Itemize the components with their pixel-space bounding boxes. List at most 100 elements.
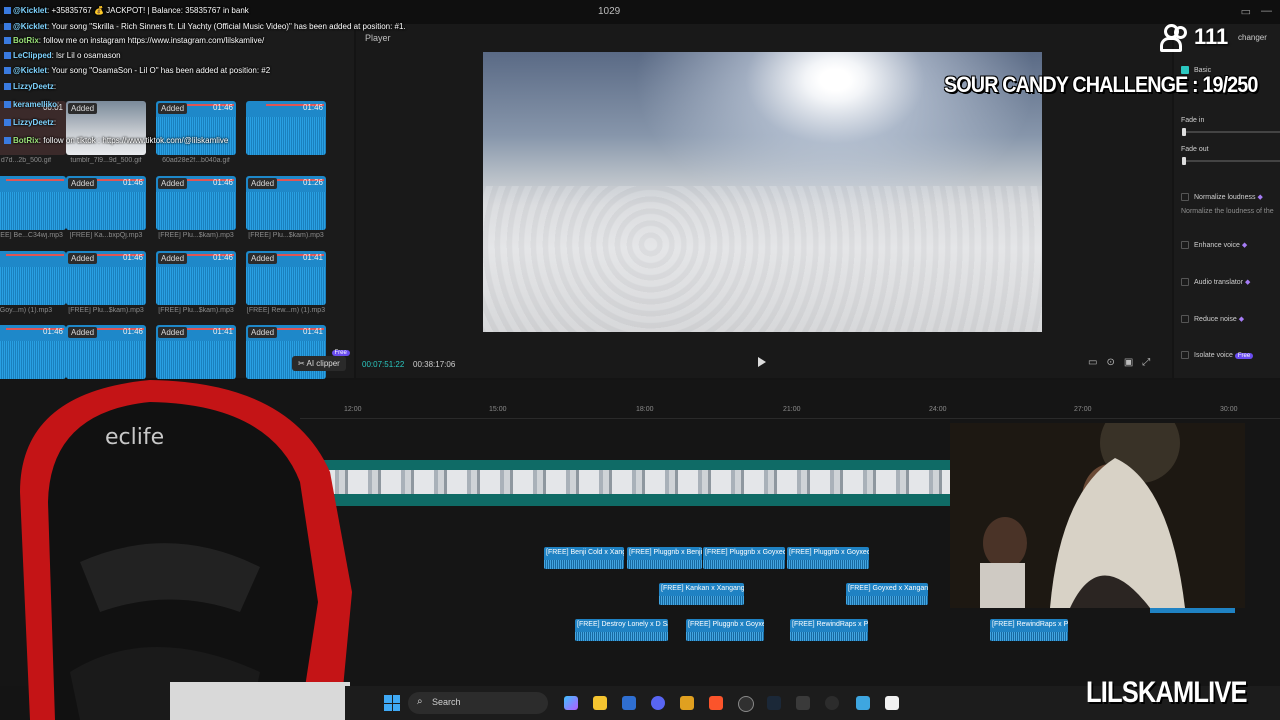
tile-duration: 01:41: [302, 253, 323, 262]
chat-text: : lsr Lil o osamason: [51, 51, 121, 60]
brave-icon[interactable]: [709, 696, 723, 710]
chat-username: @Kicklet: [13, 6, 48, 15]
ai-clipper-button[interactable]: ✂ AI clipper Free: [292, 350, 350, 371]
audio-clip[interactable]: [FREE] Pluggnb x Goyxed: [686, 619, 764, 641]
audio-clip[interactable]: [FREE] Destroy Lonely x D Savs: [575, 619, 668, 641]
enhance-option[interactable]: Enhance voice ◆: [1181, 241, 1247, 250]
media-tile[interactable]: 01:46: [0, 325, 66, 379]
media-tile[interactable]: Added 01:41: [246, 251, 326, 305]
media-tile[interactable]: Added 01:46: [156, 251, 236, 305]
checkbox-isolate[interactable]: [1181, 351, 1189, 359]
chat-text: :: [57, 100, 60, 109]
media-tile[interactable]: Added 01:46: [156, 101, 236, 155]
app-icon[interactable]: [796, 696, 810, 710]
audio-clip[interactable]: [FREE] Kankan x Xangang: [659, 583, 744, 605]
ruler-tick: 15:00: [489, 406, 507, 413]
play-button[interactable]: [758, 357, 766, 367]
reduce-noise-option[interactable]: Reduce noise ◆: [1181, 315, 1244, 324]
clip-label: [FREE] Destroy Lonely x D Savs: [577, 621, 668, 628]
clip-label: [FREE] RewindRaps x Plug: [992, 621, 1068, 628]
tile-filename: 60ad28e2f...b040a.gif: [162, 157, 230, 164]
checkbox-enhance[interactable]: [1181, 241, 1189, 250]
tile-filename: Goy...m) (1).mp3: [0, 307, 53, 314]
media-tile[interactable]: Added 01:46: [156, 176, 236, 230]
badge-icon: [4, 52, 11, 60]
main-video-track[interactable]: [315, 460, 955, 506]
chat-username: BotRix: [13, 136, 39, 145]
zoom-icon[interactable]: ⊙: [1106, 357, 1114, 368]
store-icon[interactable]: [622, 696, 636, 710]
chat-username: @Kicklet: [13, 66, 48, 75]
fade-out-slider[interactable]: [1182, 157, 1280, 165]
4k-icon[interactable]: [825, 696, 839, 710]
media-tile[interactable]: 01:46: [246, 101, 326, 155]
notepad-icon[interactable]: [856, 696, 870, 710]
current-time: 00:07:51:22: [362, 360, 405, 369]
media-tile[interactable]: Added: [66, 101, 146, 155]
windows-start-icon[interactable]: [384, 695, 400, 711]
streamer-brand: LILSKAMLIVE: [1086, 676, 1248, 709]
media-tile[interactable]: Added 01:46: [66, 325, 146, 379]
taskbar-search[interactable]: ⌕ Search: [408, 692, 548, 714]
audio-clip[interactable]: [FREE] RewindRaps x Plug: [990, 619, 1068, 641]
steam-icon[interactable]: [767, 696, 781, 710]
viewer-number: 111: [1194, 24, 1229, 49]
obs-icon[interactable]: [738, 696, 754, 712]
minimize-icon[interactable]: —: [1261, 5, 1272, 18]
media-tile[interactable]: Added 01:26: [246, 176, 326, 230]
media-tile[interactable]: [0, 176, 66, 230]
copilot-icon[interactable]: [564, 696, 578, 710]
chat-text: : Your song "Skrilla - Rich Sinners ft. …: [47, 22, 406, 31]
player-controls: ▭ ⊙ ▣ ⤢: [1088, 357, 1150, 368]
media-tile[interactable]: 00:01: [0, 101, 66, 155]
isolate-voice-option[interactable]: Isolate voice Free: [1181, 351, 1254, 359]
added-badge: Added: [68, 103, 98, 114]
ratio-icon[interactable]: ▭: [1088, 357, 1097, 368]
added-badge: Added: [248, 253, 278, 264]
tile-filename: d7d...2b_500.gif: [0, 157, 52, 164]
fullscreen-icon[interactable]: ⤢: [1142, 357, 1150, 368]
tile-duration: 01:41: [302, 327, 323, 336]
tile-duration: 01:46: [42, 327, 63, 336]
chat-text: : Your song "OsamaSon - Lil O" has been …: [47, 66, 271, 75]
audio-clip[interactable]: [FREE] RewindRaps x Plug: [790, 619, 868, 641]
ruler-tick: 27:00: [1074, 406, 1092, 413]
media-tile[interactable]: [0, 251, 66, 305]
audio-clip[interactable]: [FREE] Pluggnb x Goyxed x: [703, 547, 785, 569]
checkbox-normalize[interactable]: [1181, 193, 1189, 202]
translator-option[interactable]: Audio translator ◆: [1181, 278, 1250, 287]
audio-clip[interactable]: [FREE] Pluggnb x Benji: [627, 547, 702, 569]
normalize-description: Normalize the loudness of the: [1181, 208, 1274, 215]
clip-label: [FREE] Goyxed x Xangang x: [848, 585, 928, 592]
checkbox-reduce-noise[interactable]: [1181, 315, 1189, 324]
media-tile[interactable]: Added 01:46: [66, 251, 146, 305]
media-tile[interactable]: Added 01:41: [156, 325, 236, 379]
chat-text: :: [53, 82, 57, 91]
tile-duration: 01:46: [212, 178, 233, 187]
added-badge: Added: [68, 327, 98, 338]
media-tile[interactable]: Added 01:46: [66, 176, 146, 230]
audio-clip[interactable]: [FREE] Benji Cold x Xangan: [544, 547, 624, 569]
app-icon[interactable]: [680, 696, 694, 710]
tile-filename: [FREE] Plu...$kam).mp3: [158, 307, 234, 314]
audio-clip[interactable]: [FREE] Pluggnb x Goyxed x: [787, 547, 869, 569]
fade-in-slider[interactable]: [1182, 128, 1280, 136]
tile-filename: [FREE] Plu...$kam).mp3: [158, 232, 234, 239]
layout-icon[interactable]: ▭: [1241, 5, 1251, 18]
fade-out-label: Fade out: [1181, 146, 1209, 153]
normalize-option[interactable]: Normalize loudness ◆: [1181, 193, 1263, 202]
chat-username: @Kicklet: [13, 22, 48, 31]
screen-icon[interactable]: ▣: [1124, 357, 1133, 368]
discord-icon[interactable]: [651, 696, 665, 710]
clip-label: [FREE] Benji Cold x Xangan: [546, 549, 624, 556]
added-badge: Added: [248, 327, 278, 338]
viewer-count: 111: [1160, 24, 1229, 52]
tab-voice-changer[interactable]: changer: [1238, 33, 1267, 42]
file-explorer-icon[interactable]: [593, 696, 607, 710]
clip-label: [FREE] Pluggnb x Goyxed x: [705, 549, 785, 556]
added-badge: Added: [158, 178, 188, 189]
audio-clip[interactable]: [FREE] Goyxed x Xangang x: [846, 583, 928, 605]
capcut-icon[interactable]: [885, 696, 899, 710]
checkbox-translator[interactable]: [1181, 278, 1189, 287]
added-badge: Added: [68, 178, 98, 189]
